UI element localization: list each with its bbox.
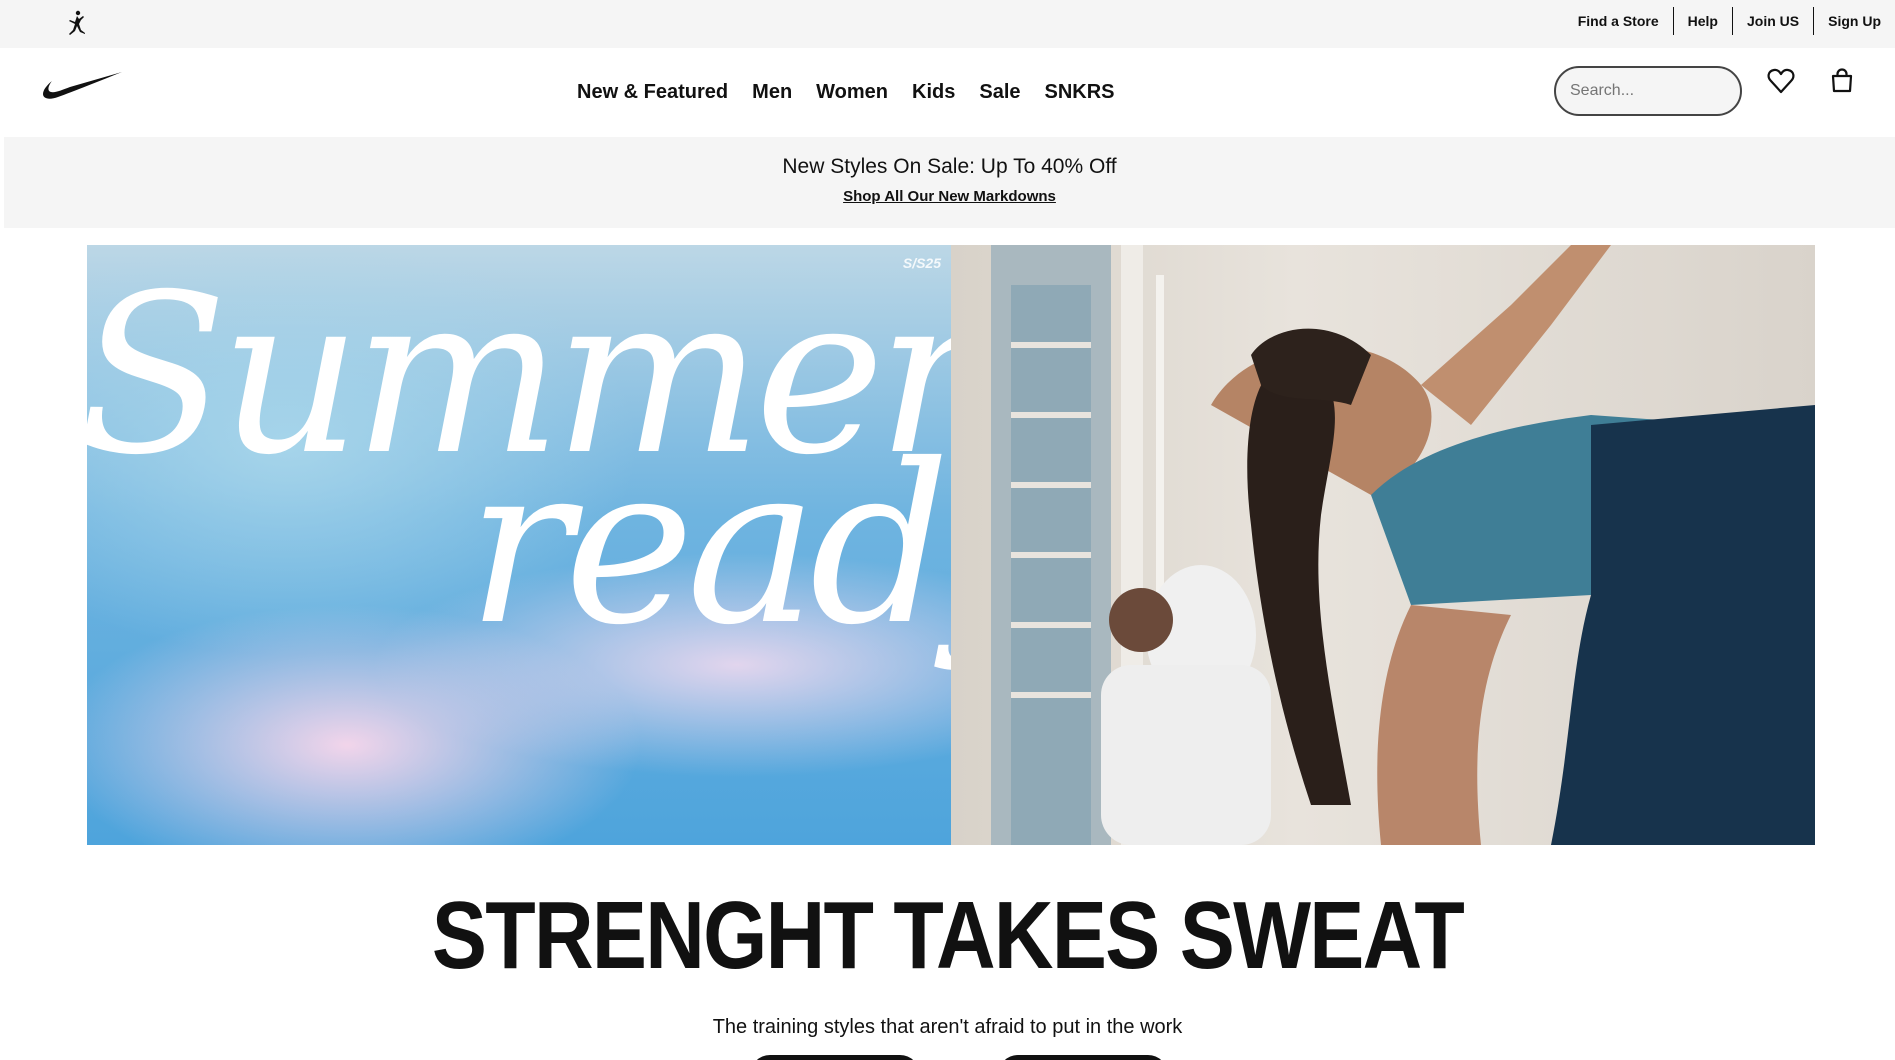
- nav-new-featured[interactable]: New & Featured: [565, 81, 740, 104]
- cta-button-secondary[interactable]: [998, 1055, 1168, 1060]
- find-a-store-link[interactable]: Find a Store: [1564, 7, 1674, 35]
- bag-icon[interactable]: [1827, 66, 1857, 96]
- hero-banner[interactable]: S/S25 Summer ready: [87, 245, 1815, 845]
- section-headline: STRENGHT TAKES SWEAT: [431, 882, 1465, 989]
- promo-title: New Styles On Sale: Up To 40% Off: [782, 155, 1117, 178]
- promo-banner: New Styles On Sale: Up To 40% Off Shop A…: [4, 137, 1895, 228]
- cta-button-primary[interactable]: [750, 1055, 920, 1060]
- nav-snkrs[interactable]: SNKRS: [1033, 81, 1127, 104]
- hero-training-photo[interactable]: [951, 245, 1815, 845]
- nav-men[interactable]: Men: [740, 81, 804, 104]
- heart-icon[interactable]: [1766, 66, 1796, 96]
- main-nav: New & Featured Men Women Kids Sale SNKRS: [565, 48, 1127, 136]
- main-header: New & Featured Men Women Kids Sale SNKRS: [0, 48, 1895, 136]
- join-us-link[interactable]: Join US: [1733, 7, 1815, 35]
- promo-link[interactable]: Shop All Our New Markdowns: [4, 188, 1895, 205]
- nav-sale[interactable]: Sale: [967, 81, 1032, 104]
- hero-word-ready: ready: [467, 417, 951, 673]
- utility-links: Find a Store Help Join US Sign Up: [1564, 7, 1895, 35]
- utility-bar: Find a Store Help Join US Sign Up: [0, 0, 1895, 48]
- sign-up-link[interactable]: Sign Up: [1814, 7, 1895, 35]
- nav-kids[interactable]: Kids: [900, 81, 967, 104]
- search-box: [1554, 66, 1742, 116]
- nike-swoosh-logo[interactable]: [42, 70, 124, 102]
- help-link[interactable]: Help: [1674, 7, 1733, 35]
- cta-row: [750, 1055, 1168, 1060]
- section-subline: The training styles that aren't afraid t…: [712, 1016, 1183, 1038]
- search-input[interactable]: [1556, 68, 1740, 114]
- training-athletes-image: [991, 245, 1815, 845]
- hero-summer-ready-graphic[interactable]: S/S25 Summer ready: [87, 245, 951, 845]
- jordan-jumpman-icon[interactable]: [62, 8, 92, 38]
- nav-women[interactable]: Women: [804, 81, 900, 104]
